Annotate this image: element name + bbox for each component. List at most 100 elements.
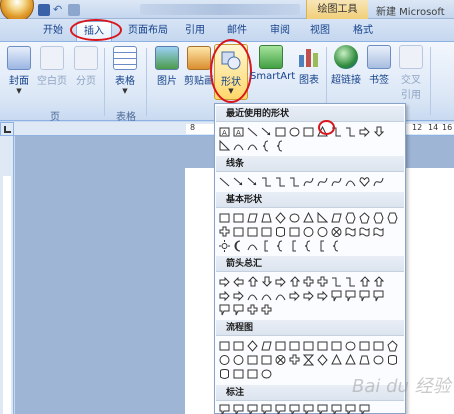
rarrow-shape-icon[interactable] <box>359 125 370 138</box>
bracket-shape-icon[interactable] <box>261 239 272 252</box>
tab-selector[interactable] <box>0 122 14 136</box>
callout-shape-icon[interactable] <box>275 403 286 414</box>
callout-shape-icon[interactable] <box>233 303 244 316</box>
para-shape-icon[interactable] <box>261 339 272 352</box>
brace-shape-icon[interactable] <box>261 139 272 152</box>
pent-shape-icon[interactable] <box>387 339 398 352</box>
rarrow-shape-icon[interactable] <box>219 275 230 288</box>
callout-shape-icon[interactable] <box>317 403 328 414</box>
rect-shape-icon[interactable] <box>303 125 314 138</box>
uarrow-shape-icon[interactable] <box>359 275 370 288</box>
redo-icon[interactable] <box>68 4 80 16</box>
curve-shape-icon[interactable] <box>247 139 258 152</box>
scurve-shape-icon[interactable] <box>303 175 314 188</box>
callout-shape-icon[interactable] <box>219 403 230 414</box>
text-shape-icon[interactable]: A <box>233 125 244 138</box>
elbow-shape-icon[interactable] <box>261 175 272 188</box>
cross-shape-icon[interactable] <box>261 303 272 316</box>
rect-shape-icon[interactable] <box>275 125 286 138</box>
cross-shape-icon[interactable] <box>303 275 314 288</box>
smartart-button[interactable]: SmartArt <box>250 45 295 82</box>
rect-shape-icon[interactable] <box>373 339 384 352</box>
hex-shape-icon[interactable] <box>373 211 384 224</box>
elbow-shape-icon[interactable] <box>331 275 342 288</box>
darrow-shape-icon[interactable] <box>373 125 384 138</box>
rect-shape-icon[interactable] <box>247 367 258 380</box>
xbox-shape-icon[interactable] <box>331 225 342 238</box>
scurve-shape-icon[interactable] <box>331 175 342 188</box>
bracket-shape-icon[interactable] <box>289 239 300 252</box>
rect-shape-icon[interactable] <box>233 339 244 352</box>
callout-shape-icon[interactable] <box>345 289 356 302</box>
hex-shape-icon[interactable] <box>345 211 356 224</box>
rect-shape-icon[interactable] <box>233 225 244 238</box>
elbow-shape-icon[interactable] <box>331 125 342 138</box>
circ-shape-icon[interactable] <box>219 353 230 366</box>
cyl-shape-icon[interactable] <box>219 367 230 380</box>
rarrow-shape-icon[interactable] <box>303 289 314 302</box>
rarrow-shape-icon[interactable] <box>289 289 300 302</box>
callout-shape-icon[interactable] <box>331 289 342 302</box>
oval-shape-icon[interactable] <box>373 353 384 366</box>
callout-shape-icon[interactable] <box>247 403 258 414</box>
tri-shape-icon[interactable] <box>317 125 328 138</box>
hyperlink-button[interactable]: 超链接 <box>330 45 362 86</box>
brace-shape-icon[interactable] <box>275 139 286 152</box>
oval-shape-icon[interactable] <box>289 211 300 224</box>
rarrow-shape-icon[interactable] <box>275 275 286 288</box>
elbow-shape-icon[interactable] <box>289 175 300 188</box>
save-icon[interactable] <box>38 4 50 16</box>
page-break-button[interactable]: 分页 <box>72 46 100 87</box>
rect-shape-icon[interactable] <box>219 211 230 224</box>
rect-shape-icon[interactable] <box>303 339 314 352</box>
brace-shape-icon[interactable] <box>331 239 342 252</box>
uarrow-shape-icon[interactable] <box>247 275 258 288</box>
vertical-ruler[interactable] <box>0 136 14 414</box>
cross-shape-icon[interactable] <box>219 225 230 238</box>
oval-shape-icon[interactable] <box>345 339 356 352</box>
cross-shape-icon[interactable] <box>247 303 258 316</box>
rarrow-shape-icon[interactable] <box>233 289 244 302</box>
diamond-shape-icon[interactable] <box>317 353 328 366</box>
xbox-shape-icon[interactable] <box>275 353 286 366</box>
sun-shape-icon[interactable] <box>219 239 230 252</box>
rect-shape-icon[interactable] <box>289 225 300 238</box>
line-shape-icon[interactable] <box>247 125 258 138</box>
text-shape-icon[interactable]: A <box>219 125 230 138</box>
wave-shape-icon[interactable] <box>345 225 356 238</box>
brace-shape-icon[interactable] <box>275 239 286 252</box>
callout-shape-icon[interactable] <box>373 289 384 302</box>
curve-shape-icon[interactable] <box>345 175 356 188</box>
cross-reference-button[interactable]: 交叉 引用 <box>398 45 424 101</box>
trap-shape-icon[interactable] <box>359 353 370 366</box>
bookmark-button[interactable]: 书签 <box>366 45 392 86</box>
rect-shape-icon[interactable] <box>331 339 342 352</box>
arrowline-shape-icon[interactable] <box>261 125 272 138</box>
rect-shape-icon[interactable] <box>233 211 244 224</box>
tri-shape-icon[interactable] <box>331 353 342 366</box>
rect-shape-icon[interactable] <box>233 367 244 380</box>
cyl-shape-icon[interactable] <box>275 225 286 238</box>
callout-shape-icon[interactable] <box>303 403 314 414</box>
scurve-shape-icon[interactable] <box>373 175 384 188</box>
tab-mailings[interactable]: 邮件 <box>222 21 252 41</box>
diamond-shape-icon[interactable] <box>275 211 286 224</box>
callout-shape-icon[interactable] <box>359 289 370 302</box>
callout-shape-icon[interactable] <box>219 303 230 316</box>
undo-icon[interactable]: ↶ <box>53 4 65 16</box>
table-button[interactable]: 表格 ▼ <box>112 46 138 95</box>
callout-shape-icon[interactable] <box>359 403 370 414</box>
curve-shape-icon[interactable] <box>261 289 272 302</box>
wave-shape-icon[interactable] <box>373 225 384 238</box>
rect-shape-icon[interactable] <box>247 225 258 238</box>
trap-shape-icon[interactable] <box>261 211 272 224</box>
heart-shape-icon[interactable] <box>359 175 370 188</box>
para-shape-icon[interactable] <box>247 211 258 224</box>
arrowline-shape-icon[interactable] <box>247 175 258 188</box>
uarrow-shape-icon[interactable] <box>289 275 300 288</box>
rtri-shape-icon[interactable] <box>219 139 230 152</box>
rtri-shape-icon[interactable] <box>317 211 328 224</box>
circ-shape-icon[interactable] <box>317 225 328 238</box>
larrow-shape-icon[interactable] <box>233 275 244 288</box>
tab-format[interactable]: 格式 <box>348 21 378 41</box>
